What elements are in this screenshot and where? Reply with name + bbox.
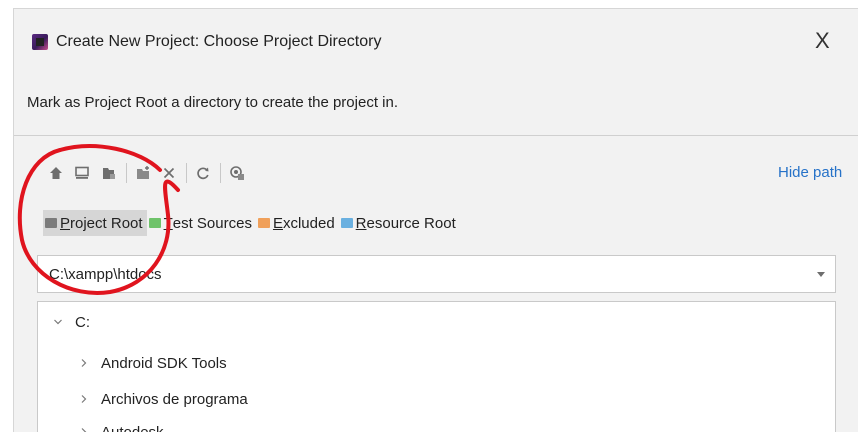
refresh-icon xyxy=(195,165,211,181)
phpstorm-icon xyxy=(32,34,48,50)
mark-project-root[interactable]: Project Root xyxy=(43,210,147,236)
mark-mnemonic: R xyxy=(356,215,367,232)
chevron-right-icon[interactable] xyxy=(77,392,91,406)
desktop-icon xyxy=(74,165,90,181)
tree-item[interactable]: Android SDK Tools xyxy=(77,351,227,375)
mark-test-sources[interactable]: Test Sources xyxy=(147,210,256,236)
new-folder-button[interactable] xyxy=(132,161,154,185)
home-icon xyxy=(48,165,64,181)
toolbar-separator xyxy=(126,163,127,183)
chevron-down-icon[interactable] xyxy=(815,268,827,280)
tree-item-c-drive[interactable]: C: xyxy=(51,310,90,334)
project-folder-icon xyxy=(101,165,117,181)
project-root-icon xyxy=(45,218,57,228)
chevron-right-icon[interactable] xyxy=(77,356,91,370)
mark-mnemonic: E xyxy=(273,215,283,232)
home-button[interactable] xyxy=(45,161,67,185)
mark-label: esource Root xyxy=(367,215,456,232)
tree-item[interactable]: Autodesk xyxy=(77,420,164,432)
mark-label: roject Root xyxy=(70,215,143,232)
excluded-icon xyxy=(258,218,270,228)
create-project-dialog: Create New Project: Choose Project Direc… xyxy=(13,8,858,432)
toolbar-separator xyxy=(220,163,221,183)
project-folder-button[interactable] xyxy=(98,161,120,185)
tree-item-label: C: xyxy=(75,314,90,331)
show-hidden-button[interactable] xyxy=(226,161,248,185)
file-chooser-toolbar: Hide path xyxy=(14,161,858,187)
mark-label: xcluded xyxy=(283,215,335,232)
dialog-description: Mark as Project Root a directory to crea… xyxy=(27,94,398,111)
hide-path-link[interactable]: Hide path xyxy=(778,164,842,181)
tree-item-label: Android SDK Tools xyxy=(101,355,227,372)
toolbar-separator xyxy=(186,163,187,183)
mark-directory-bar: Project Root Test Sources Excluded Resou… xyxy=(43,209,460,237)
title-bar: Create New Project: Choose Project Direc… xyxy=(14,9,858,71)
refresh-button[interactable] xyxy=(192,161,214,185)
mark-label: est Sources xyxy=(173,215,252,232)
path-input[interactable] xyxy=(38,256,808,292)
dialog-title: Create New Project: Choose Project Direc… xyxy=(56,33,381,51)
show-hidden-icon xyxy=(229,165,245,181)
directory-tree[interactable]: C: Android SDK Tools Archivos de program… xyxy=(37,301,836,432)
tree-item[interactable]: Archivos de programa xyxy=(77,387,248,411)
mark-resource-root[interactable]: Resource Root xyxy=(339,210,460,236)
delete-button[interactable] xyxy=(158,161,180,185)
new-folder-icon xyxy=(135,165,151,181)
mark-mnemonic: T xyxy=(164,215,173,232)
path-combobox xyxy=(37,255,836,293)
mark-mnemonic: P xyxy=(60,215,70,232)
close-button[interactable]: X xyxy=(815,29,830,53)
delete-icon xyxy=(161,165,177,181)
chevron-down-icon[interactable] xyxy=(51,315,65,329)
tree-item-label: Archivos de programa xyxy=(101,391,248,408)
separator xyxy=(14,135,858,136)
resource-root-icon xyxy=(341,218,353,228)
test-sources-icon xyxy=(149,218,161,228)
desktop-button[interactable] xyxy=(71,161,93,185)
mark-excluded[interactable]: Excluded xyxy=(256,210,339,236)
